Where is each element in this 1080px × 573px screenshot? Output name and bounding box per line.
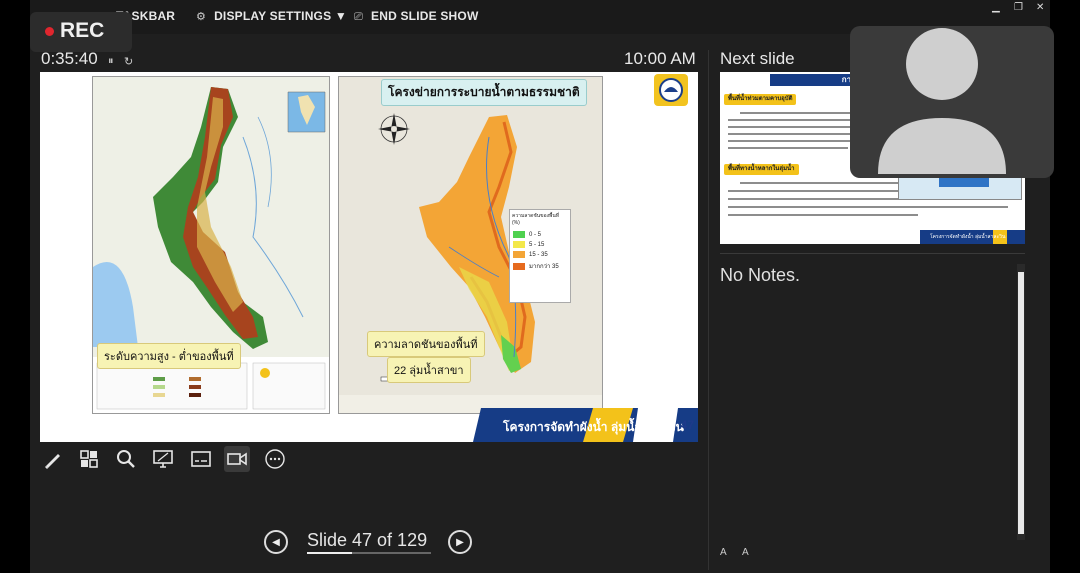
- next-slide-footer-bar: โครงการจัดทำผังน้ำ ลุ่มน้ำสาละวิน: [920, 230, 1025, 244]
- slide-footer: โครงการจัดทำผังน้ำ ลุ่มน้ำสาละวิน 47: [473, 408, 698, 442]
- legend-swatch: [513, 251, 525, 258]
- next-slide-tag-floodway: พื้นที่ทางน้ำหลากในลุ่มน้ำ: [724, 164, 799, 175]
- legend-item: 15 - 35: [513, 251, 567, 258]
- next-slide-label: Next slide: [720, 49, 795, 68]
- slope-legend: ความลาดชันของพื้นที่ (%) 0 - 5 5 - 15 15 -…: [509, 209, 571, 303]
- drainage-title: โครงข่ายการระบายน้ำตามธรรมชาติ: [381, 79, 587, 106]
- display-settings-label: DISPLAY SETTINGS ▼: [214, 9, 347, 23]
- slide-number: 47: [680, 418, 694, 432]
- elevation-caption: ระดับความสูง - ต่ำของพื้นที่: [97, 343, 241, 369]
- current-slide[interactable]: ระดับความสูง - ต่ำของพื้นที่ โครงข่ายการ…: [40, 72, 698, 442]
- close-icon[interactable]: ✕: [1036, 2, 1044, 13]
- slope-map: โครงข่ายการระบายน้ำตามธรรมชาติ ความลาดชั…: [338, 76, 603, 414]
- notes-scrollbar-thumb[interactable]: [1018, 272, 1024, 534]
- zoom-icon[interactable]: [113, 446, 139, 472]
- end-slide-show-label: END SLIDE SHOW: [371, 9, 479, 23]
- agency-logo-icon: [654, 74, 688, 106]
- slides-grid-icon[interactable]: [76, 446, 102, 472]
- record-dot-icon: [45, 27, 54, 36]
- monitor-icon[interactable]: [150, 446, 176, 472]
- recording-label: REC: [60, 19, 105, 42]
- restore-icon[interactable]: ❐: [1014, 2, 1023, 13]
- decrease-font-button[interactable]: A: [742, 547, 749, 558]
- slope-caption: ความลาดชันของพื้นที่: [367, 331, 485, 357]
- legend-swatch: [513, 262, 525, 270]
- previous-slide-button[interactable]: ◀: [264, 530, 288, 554]
- legend-label: 0 - 5: [529, 231, 542, 238]
- slide-progress: [307, 552, 431, 554]
- legend-label: 5 - 15: [529, 241, 545, 248]
- legend-title: ความลาดชันของพื้นที่ (%): [512, 213, 560, 226]
- legend-item: 0 - 5: [513, 231, 567, 238]
- end-show-icon: ⎚: [354, 11, 363, 23]
- minimize-icon[interactable]: ▁: [992, 2, 1000, 13]
- presenter-view: TASKBAR ⚙ DISPLAY SETTINGS ▼ ⎚ END SLIDE S…: [30, 0, 1054, 573]
- panel-separator: [708, 50, 709, 570]
- legend-item: มากกว่า 35: [513, 261, 567, 271]
- next-slide-tag-floodplain: พื้นที่น้ำท่วมตามคาบอุบัติ: [724, 94, 797, 105]
- subbasin-caption: 22 ลุ่มน้ำสาขา: [387, 357, 471, 383]
- restart-timer-icon[interactable]: ↻: [124, 55, 133, 68]
- notes-divider: [720, 253, 1025, 254]
- chevron-left-icon: ◀: [272, 536, 280, 548]
- slide-counter[interactable]: Slide 47 of 129: [307, 530, 427, 551]
- next-slide-text-line: [728, 147, 848, 149]
- slide-navigator: ◀ Slide 47 of 129 ▶: [264, 528, 476, 558]
- next-slide-diagram-water: [939, 177, 989, 187]
- next-slide-footer-text: โครงการจัดทำผังน้ำ ลุ่มน้ำสาละวิน: [930, 234, 1006, 240]
- legend-swatch: [513, 241, 525, 248]
- next-slide-text-line: [728, 206, 1008, 208]
- pen-icon[interactable]: [40, 446, 66, 472]
- increase-font-button[interactable]: A: [720, 547, 727, 558]
- current-time: 10:00 AM: [624, 49, 696, 68]
- legend-item: 5 - 15: [513, 241, 567, 248]
- more-icon[interactable]: [262, 446, 288, 472]
- end-slide-show-button[interactable]: ⎚ END SLIDE SHOW: [354, 9, 478, 24]
- webcam-overlay: [850, 26, 1054, 178]
- avatar-icon: [878, 28, 1006, 174]
- camera-icon[interactable]: [224, 446, 250, 472]
- chevron-right-icon: ▶: [456, 536, 464, 548]
- notes-scrollbar[interactable]: [1017, 264, 1025, 540]
- footer-text: โครงการจัดทำผังน้ำ ลุ่มน้ำสาละวิน: [503, 420, 684, 434]
- elapsed-timer: 0:35:40: [41, 49, 98, 68]
- next-slide-text-line: [728, 214, 918, 216]
- recording-badge: REC: [30, 12, 132, 52]
- elevation-map: ระดับความสูง - ต่ำของพื้นที่: [92, 76, 330, 414]
- legend-items: 0 - 5 5 - 15 15 - 35 มากกว่า 35: [510, 231, 570, 271]
- next-slide-button[interactable]: ▶: [448, 530, 472, 554]
- subtitles-icon[interactable]: [188, 446, 214, 472]
- display-settings-button[interactable]: ⚙ DISPLAY SETTINGS ▼: [196, 9, 347, 23]
- legend-swatch: [513, 231, 525, 238]
- legend-label: มากกว่า 35: [529, 264, 559, 270]
- slide-progress-fill: [307, 552, 353, 554]
- legend-label: 15 - 35: [529, 251, 548, 258]
- speaker-notes[interactable]: No Notes.: [720, 265, 800, 286]
- display-settings-icon: ⚙: [196, 11, 207, 23]
- pause-timer-icon[interactable]: ⏸: [108, 55, 114, 68]
